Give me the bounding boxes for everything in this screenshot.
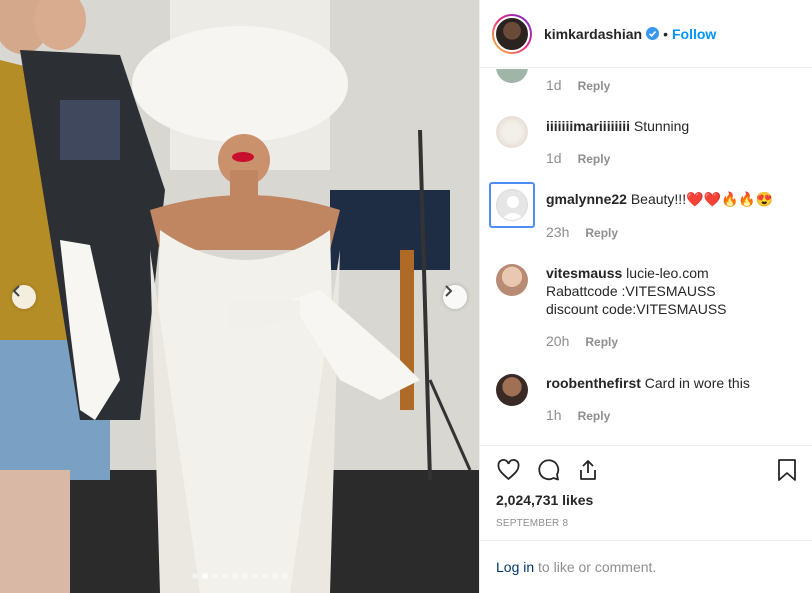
comment-body: Stunning bbox=[633, 118, 690, 134]
author-username[interactable]: kimkardashian bbox=[544, 26, 642, 42]
comment-text: gmalynne22 Beauty!!!❤️❤️🔥🔥😍 bbox=[546, 190, 796, 208]
next-photo-button[interactable] bbox=[443, 285, 467, 309]
verified-badge-icon bbox=[646, 27, 660, 40]
comment-text: iiiiiiimariiiiiiii Stunning bbox=[546, 117, 796, 135]
reply-button[interactable]: Reply bbox=[578, 409, 611, 423]
post-side-panel: kimkardashian • Follow 1d Reply iiiiiiima… bbox=[479, 0, 812, 593]
comment-meta: 20h Reply bbox=[546, 333, 618, 349]
comment-avatar[interactable] bbox=[496, 264, 528, 296]
author-avatar[interactable] bbox=[492, 13, 532, 54]
carousel-dot bbox=[192, 573, 198, 579]
comment-username[interactable]: roobenthefirst bbox=[546, 375, 641, 391]
carousel-dot bbox=[232, 573, 238, 579]
carousel-dot bbox=[252, 573, 258, 579]
comment-meta: 1h Reply bbox=[546, 407, 610, 423]
comment-time[interactable]: 1d bbox=[546, 150, 562, 166]
login-prompt-text: to like or comment. bbox=[534, 559, 657, 575]
carousel-dot bbox=[202, 573, 208, 579]
post-photo[interactable] bbox=[0, 0, 479, 593]
comment-time[interactable]: 23h bbox=[546, 224, 569, 240]
reply-button[interactable]: Reply bbox=[578, 79, 611, 93]
header-separator: • bbox=[663, 25, 668, 42]
reply-button[interactable]: Reply bbox=[585, 226, 618, 240]
post-actions: 2,024,731 likes SEPTEMBER 8 bbox=[480, 445, 812, 540]
comment-username[interactable]: gmalynne22 bbox=[546, 191, 627, 207]
comment-username[interactable]: vitesmauss bbox=[546, 265, 622, 281]
carousel-dot bbox=[262, 573, 268, 579]
carousel-dot bbox=[282, 573, 288, 579]
comment-text: vitesmauss lucie-leo.com Rabattcode :VIT… bbox=[546, 264, 746, 318]
comment-icon[interactable] bbox=[536, 458, 561, 487]
likes-count[interactable]: 2,024,731 likes bbox=[496, 492, 593, 508]
post-header: kimkardashian • Follow bbox=[480, 0, 812, 68]
comment-time[interactable]: 20h bbox=[546, 333, 569, 349]
share-icon[interactable] bbox=[576, 458, 600, 487]
comment-username[interactable]: iiiiiiimariiiiiiii bbox=[546, 118, 630, 134]
comment-meta: 1d Reply bbox=[546, 77, 610, 93]
post-date: SEPTEMBER 8 bbox=[496, 518, 569, 529]
comments-list[interactable]: 1d Reply iiiiiiimariiiiiiii Stunning 1d Re… bbox=[480, 69, 812, 444]
carousel-dot bbox=[222, 573, 228, 579]
reply-button[interactable]: Reply bbox=[585, 335, 618, 349]
comment-body: Beauty!!!❤️❤️🔥🔥😍 bbox=[630, 191, 774, 207]
follow-button[interactable]: Follow bbox=[672, 26, 716, 42]
carousel-dot bbox=[272, 573, 278, 579]
comment-avatar[interactable] bbox=[496, 116, 528, 148]
comment-meta: 23h Reply bbox=[546, 224, 618, 240]
comment-time[interactable]: 1d bbox=[546, 77, 562, 93]
carousel-dot bbox=[242, 573, 248, 579]
bookmark-icon[interactable] bbox=[777, 458, 797, 487]
carousel-indicator bbox=[192, 573, 288, 579]
comment-time[interactable]: 1h bbox=[546, 407, 562, 423]
comment-meta: 1d Reply bbox=[546, 150, 610, 166]
comment-text: roobenthefirst Card in wore this bbox=[546, 374, 796, 392]
reply-button[interactable]: Reply bbox=[578, 152, 611, 166]
comment-avatar[interactable] bbox=[496, 69, 528, 83]
comment-avatar[interactable] bbox=[496, 189, 528, 221]
previous-photo-button[interactable] bbox=[12, 285, 36, 309]
photo-illustration bbox=[0, 0, 479, 593]
login-prompt: Log in to like or comment. bbox=[480, 540, 812, 593]
carousel-dot bbox=[212, 573, 218, 579]
comment-avatar[interactable] bbox=[496, 374, 528, 406]
login-link[interactable]: Log in bbox=[496, 559, 534, 575]
heart-icon[interactable] bbox=[496, 458, 521, 487]
comment-body: Card in wore this bbox=[644, 375, 750, 391]
